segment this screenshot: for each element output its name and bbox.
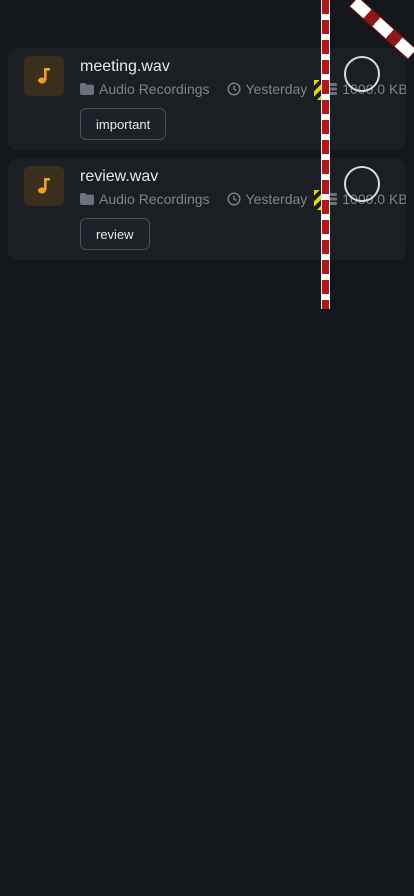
select-checkbox[interactable] <box>344 56 380 92</box>
file-folder: Audio Recordings <box>99 81 210 97</box>
folder-icon <box>80 193 94 205</box>
tag-chip[interactable]: important <box>80 108 167 140</box>
file-card-meeting[interactable]: meeting.wav Audio Recordings Yesterday 1… <box>8 48 406 150</box>
clock-icon <box>227 192 241 206</box>
folder-icon <box>80 83 94 95</box>
file-name: review.wav <box>80 168 159 185</box>
barrier-pole <box>321 0 330 309</box>
tag-chip[interactable]: review <box>80 218 150 250</box>
file-modified: Yesterday <box>245 81 308 97</box>
file-list-screen: meeting.wav Audio Recordings Yesterday 1… <box>0 0 414 896</box>
select-checkbox[interactable] <box>344 166 380 202</box>
file-card-review[interactable]: review.wav Audio Recordings Yesterday 10… <box>8 158 406 260</box>
file-folder: Audio Recordings <box>99 191 210 207</box>
music-note-icon <box>24 56 64 96</box>
music-note-icon <box>24 166 64 206</box>
file-modified: Yesterday <box>245 191 308 207</box>
file-name: meeting.wav <box>80 58 170 75</box>
clock-icon <box>227 82 241 96</box>
file-list: meeting.wav Audio Recordings Yesterday 1… <box>8 48 406 268</box>
